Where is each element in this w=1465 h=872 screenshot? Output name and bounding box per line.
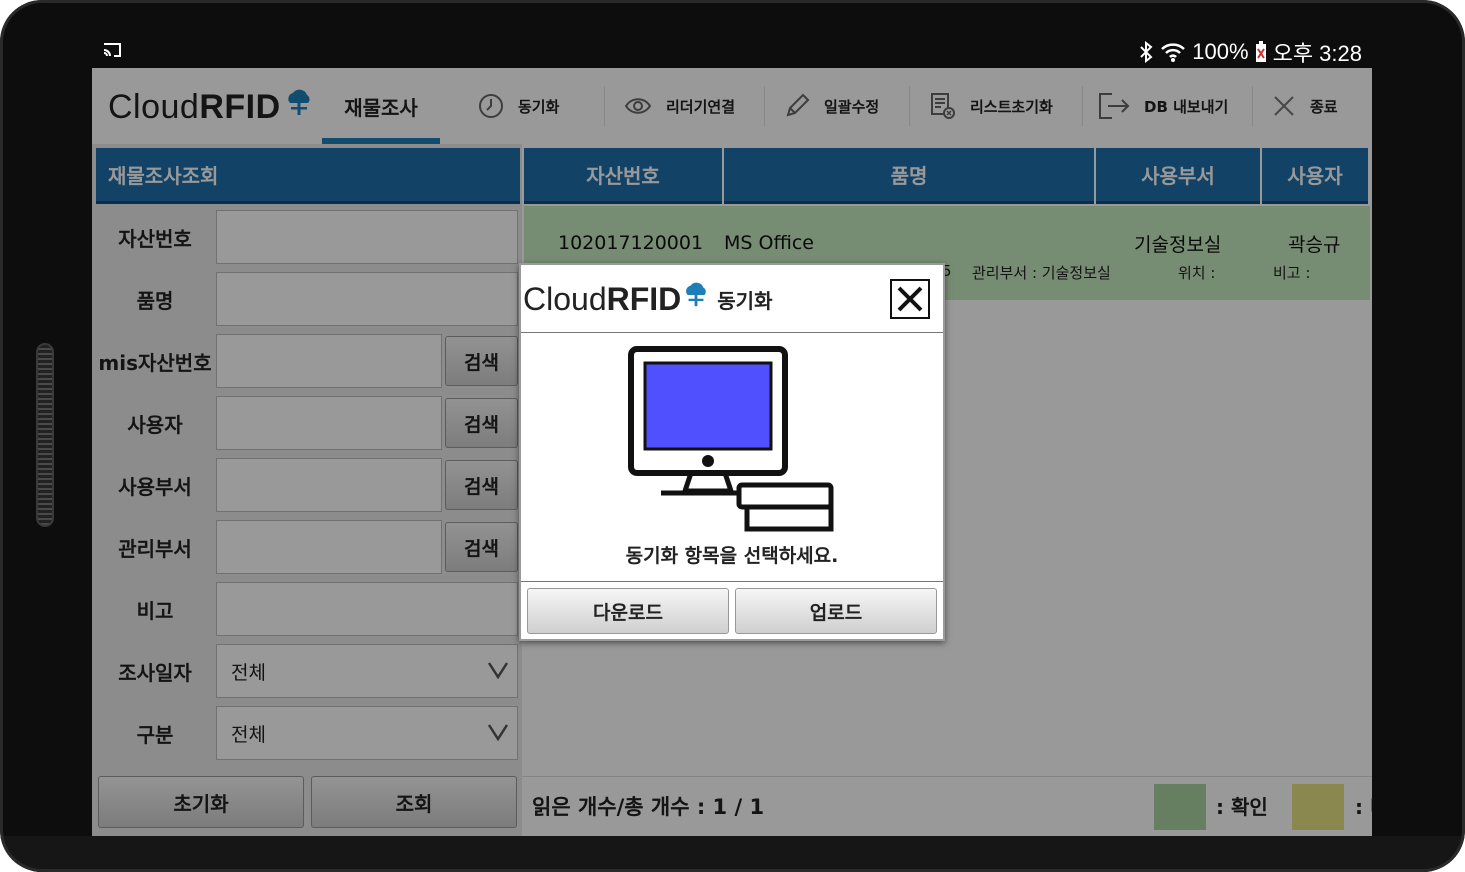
battery-icon [1255,41,1266,62]
close-icon [897,286,923,312]
dialog-header: Cloud RFID 동기화 [521,265,943,333]
dialog-message: 동기화 항목을 선택하세요. [625,545,839,567]
sync-dialog: Cloud RFID 동기화 동기화 항목을 선택하세요. 다운로드 업로드 [519,263,945,641]
dialog-close-button[interactable] [890,279,930,319]
download-button[interactable]: 다운로드 [527,588,729,634]
cast-icon [103,43,121,57]
app-screen: Cloud RFID 재물조사 동기화 리더기연결 일괄수정 리스트초기화 DB… [92,68,1372,836]
dialog-logo-regular: Cloud [523,281,607,317]
dialog-footer: 다운로드 업로드 [521,581,943,639]
dialog-body: 동기화 항목을 선택하세요. [521,333,943,581]
tablet-frame: 100% 오후 3:28 Cloud RFID 재물조사 동기화 리더기연결 일… [0,0,1465,872]
battery-percent: 100% [1192,39,1249,64]
device-bottom-bezel [0,836,1465,872]
bluetooth-icon [1140,41,1153,63]
wifi-icon [1161,43,1186,62]
status-right: 100% 오후 3:28 [1138,38,1362,66]
dialog-title: 동기화 [717,289,773,313]
clock: 오후 3:28 [1272,41,1362,66]
status-bar: 100% 오후 3:28 [92,36,1372,68]
desktop-computer-icon [628,346,834,532]
upload-button[interactable]: 업로드 [735,588,937,634]
side-speaker [36,343,54,527]
dialog-logo: Cloud RFID 동기화 [523,281,772,318]
dialog-logo-bold: RFID [606,281,682,317]
cloud-icon [686,282,707,306]
